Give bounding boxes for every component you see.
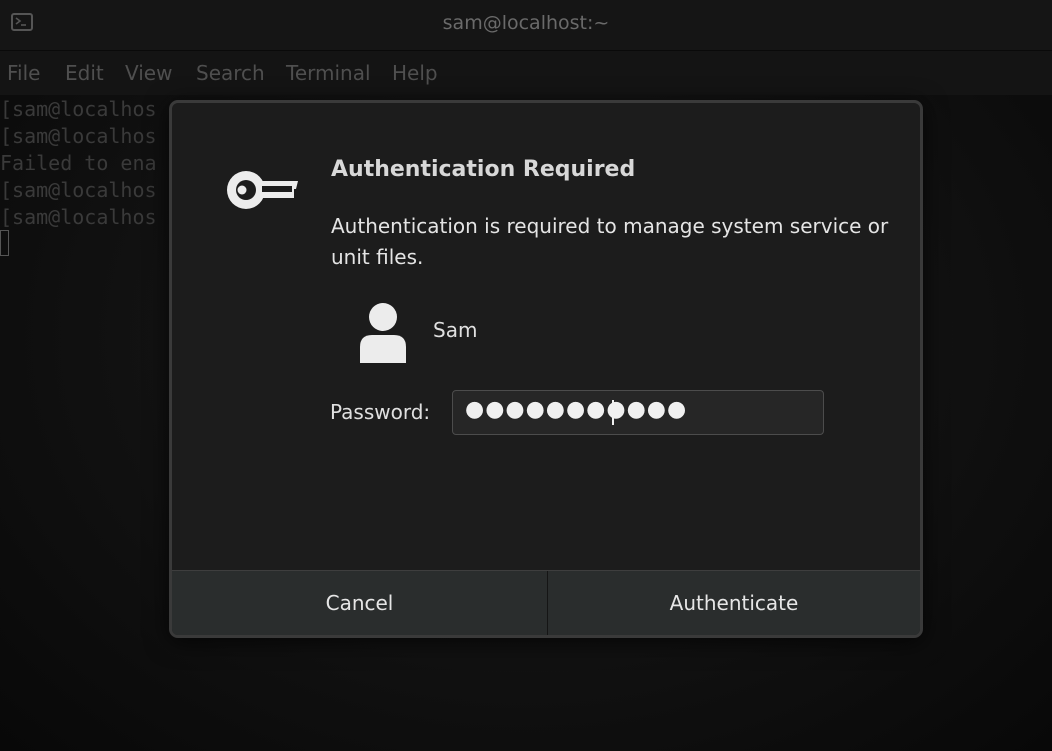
password-label: Password:: [330, 400, 431, 424]
terminal-line: [sam@localhos: [0, 124, 157, 148]
menu-file[interactable]: File: [7, 61, 40, 85]
window-titlebar: sam@localhost:~: [0, 0, 1052, 51]
terminal-line: [sam@localhos: [0, 178, 157, 202]
user-avatar-icon: [358, 301, 408, 367]
terminal-line: [sam@localhos: [0, 97, 157, 121]
auth-dialog: Authentication Required Authentication i…: [169, 100, 923, 638]
dialog-title: Authentication Required: [331, 157, 636, 182]
password-mask: ●●●●●●●●●●●: [465, 397, 688, 422]
menu-view[interactable]: View: [125, 61, 172, 85]
key-icon: [222, 165, 298, 219]
text-caret: [612, 400, 614, 425]
user-name: Sam: [433, 318, 478, 342]
menu-terminal[interactable]: Terminal: [286, 61, 371, 85]
menu-bar: File Edit View Search Terminal Help: [0, 51, 1052, 95]
menu-search[interactable]: Search: [196, 61, 265, 85]
dialog-button-bar: Cancel Authenticate: [172, 570, 920, 635]
window-title: sam@localhost:~: [442, 12, 610, 34]
terminal-line: [sam@localhos: [0, 205, 157, 229]
screen: sam@localhost:~ File Edit View Search Te…: [0, 0, 1052, 751]
authenticate-button[interactable]: Authenticate: [548, 571, 920, 635]
terminal-line: Failed to ena: [0, 151, 157, 175]
terminal-cursor: [0, 230, 9, 256]
cancel-button[interactable]: Cancel: [172, 571, 547, 635]
menu-help[interactable]: Help: [392, 61, 438, 85]
dialog-message: Authentication is required to manage sys…: [331, 214, 889, 269]
menu-edit[interactable]: Edit: [65, 61, 104, 85]
password-input[interactable]: ●●●●●●●●●●●: [452, 390, 824, 435]
